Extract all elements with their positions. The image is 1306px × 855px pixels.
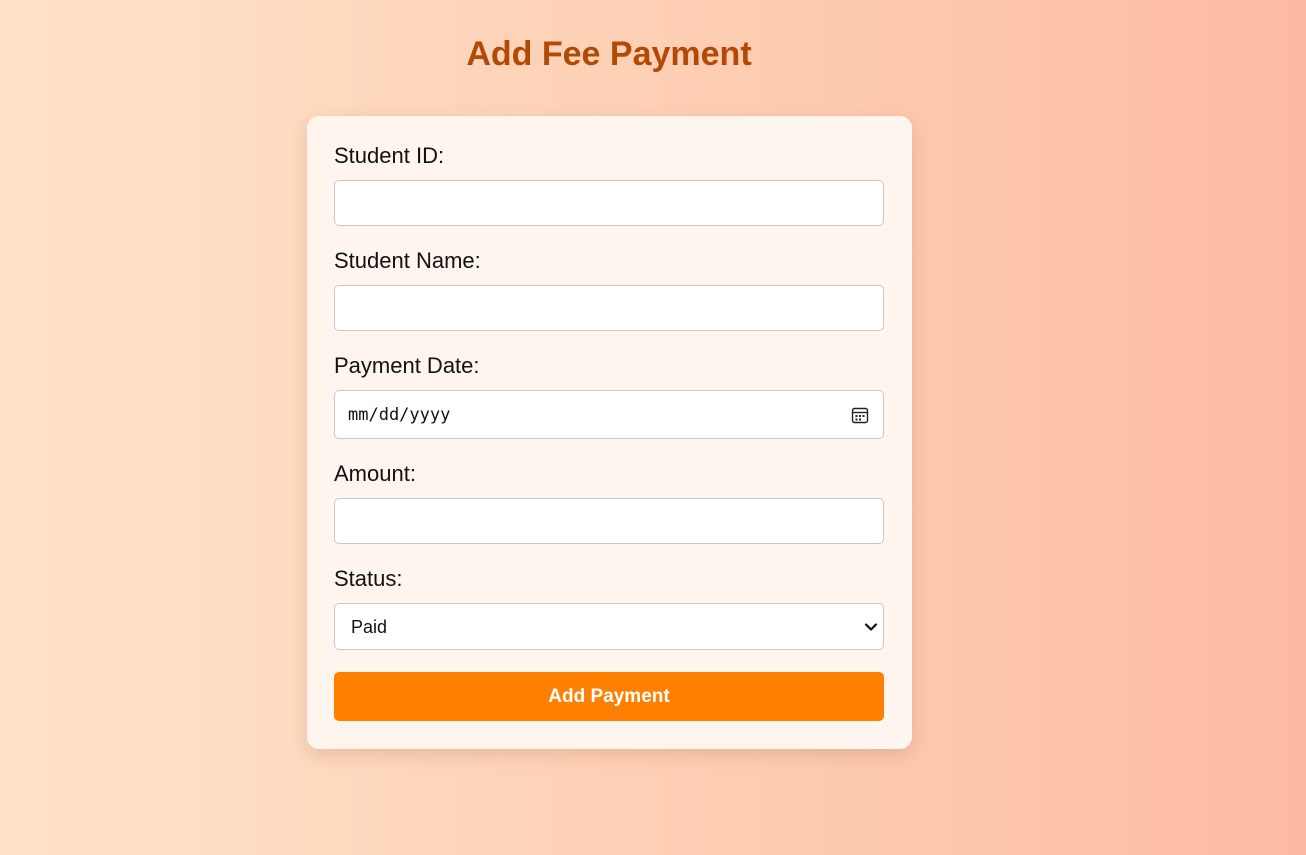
student-id-input[interactable] — [334, 180, 884, 226]
calendar-icon[interactable] — [851, 406, 869, 424]
amount-input[interactable] — [334, 498, 884, 544]
amount-label: Amount: — [334, 461, 416, 486]
status-selected-value: Paid — [351, 617, 388, 637]
payment-date-label: Payment Date: — [334, 353, 480, 378]
student-name-input[interactable] — [334, 285, 884, 331]
payment-date-input[interactable]: mm/dd/yyyy — [334, 390, 884, 439]
add-payment-button[interactable]: Add Payment — [334, 672, 884, 721]
payment-date-placeholder: mm/dd/yyyy — [348, 405, 451, 425]
fee-payment-form: Student ID: Student Name: Payment Date: … — [307, 116, 912, 749]
page-title: Add Fee Payment — [466, 35, 752, 73]
status-select[interactable]: Paid — [334, 603, 884, 650]
status-label: Status: — [334, 566, 403, 591]
student-id-label: Student ID: — [334, 143, 445, 168]
chevron-down-icon — [864, 623, 878, 631]
student-name-label: Student Name: — [334, 248, 481, 273]
